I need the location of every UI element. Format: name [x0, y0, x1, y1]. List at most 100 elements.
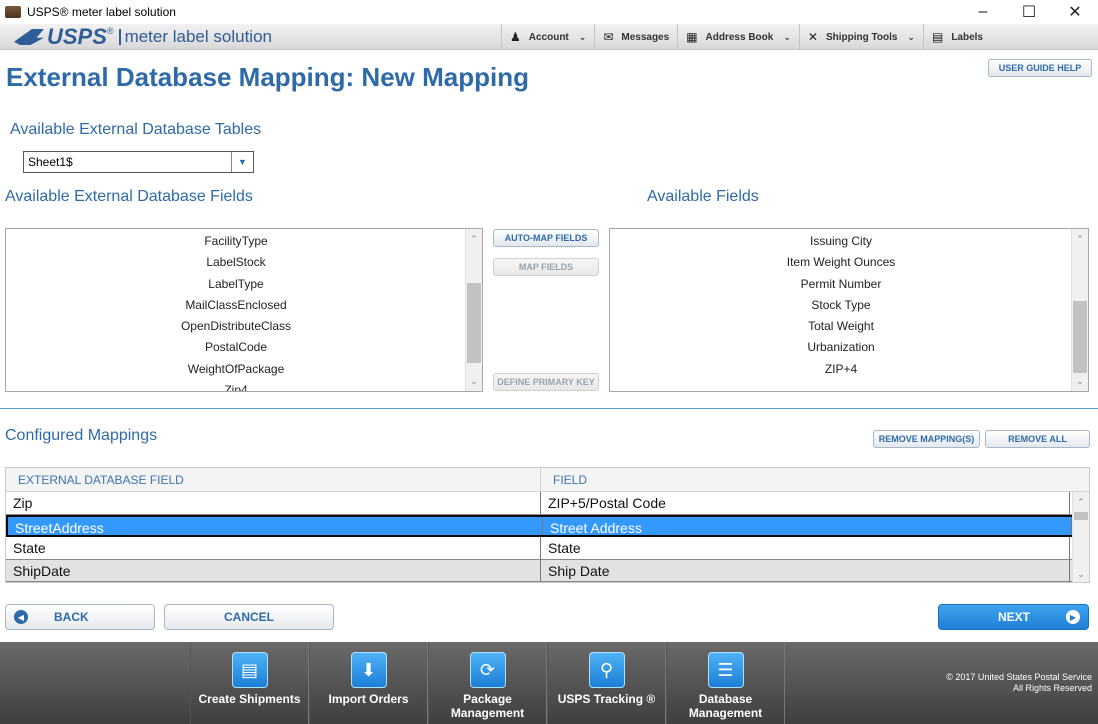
back-button-label: BACK: [54, 610, 89, 624]
scroll-thumb[interactable]: [1074, 512, 1088, 520]
table-select[interactable]: Sheet1$ ▼: [23, 151, 254, 173]
nav-address-book-label: Address Book: [705, 31, 774, 43]
mappings-scrollbar[interactable]: ⌃ ⌄: [1072, 492, 1089, 582]
usps-tracking-label: USPS Tracking ®: [557, 692, 656, 706]
nav-shipping-tools-label: Shipping Tools: [825, 31, 898, 43]
remove-all-button[interactable]: REMOVE ALL: [985, 430, 1090, 448]
table-cell: StreetAddress: [8, 516, 543, 536]
table-row[interactable]: ShipDate Ship Date: [6, 559, 1089, 582]
section-divider: [0, 408, 1098, 409]
list-item[interactable]: LabelStock: [6, 252, 466, 273]
tracking-search-icon: ⚲: [588, 652, 625, 688]
list-item[interactable]: Permit Number: [610, 274, 1072, 295]
define-primary-key-button[interactable]: DEFINE PRIMARY KEY: [493, 373, 599, 391]
copyright-line-1: © 2017 United States Postal Service: [946, 672, 1092, 682]
create-shipments-label: Create Shipments: [198, 692, 301, 706]
next-button[interactable]: NEXT ▶: [938, 604, 1089, 630]
nav-labels-label: Labels: [951, 31, 983, 43]
auto-map-fields-button[interactable]: AUTO-MAP FIELDS: [493, 229, 599, 247]
column-header-field[interactable]: FIELD: [541, 468, 599, 491]
usps-tracking-button[interactable]: ⚲ USPS Tracking ®: [547, 642, 666, 724]
external-fields-list[interactable]: FacilityType LabelStock LabelType MailCl…: [5, 228, 483, 392]
list-item[interactable]: FacilityType: [6, 231, 466, 252]
list-item[interactable]: Item Weight Ounces: [610, 252, 1072, 273]
list-item[interactable]: WeightOfPackage: [6, 359, 466, 380]
nav-shipping-tools[interactable]: ✕ Shipping Tools ⌄: [798, 24, 923, 50]
table-row-selected[interactable]: StreetAddress Street Address: [6, 514, 1089, 537]
chevron-down-icon: ⌄: [578, 31, 587, 42]
main-nav: ♟ Account ⌄ ✉ Messages ▦ Address Book ⌄ …: [501, 24, 991, 50]
envelope-icon: ✉: [603, 30, 614, 44]
configured-mappings-label: Configured Mappings: [5, 427, 158, 444]
import-orders-button[interactable]: ⬇ Import Orders: [309, 642, 428, 724]
database-icon: ☰: [707, 652, 744, 688]
list-item[interactable]: Urbanization: [610, 337, 1072, 358]
external-fields-scrollbar[interactable]: ⌃ ⌄: [465, 229, 482, 391]
nav-messages-label: Messages: [621, 31, 670, 43]
table-cell: Street Address: [543, 516, 1072, 536]
cancel-button[interactable]: CANCEL: [164, 604, 334, 630]
scroll-up-icon[interactable]: ⌃: [1072, 231, 1088, 247]
usps-logo: USPS ® meter label solution: [14, 24, 272, 49]
available-fields-label: Available Fields: [647, 188, 759, 205]
list-item[interactable]: Issuing City: [610, 231, 1072, 252]
scroll-down-icon[interactable]: ⌄: [1073, 566, 1089, 582]
user-guide-help-button[interactable]: USER GUIDE HELP: [988, 59, 1092, 77]
scroll-down-icon[interactable]: ⌄: [1072, 373, 1088, 389]
copyright-line-2: All Rights Reserved: [1012, 683, 1092, 693]
available-fields-list[interactable]: Issuing City Item Weight Ounces Permit N…: [609, 228, 1089, 392]
window-controls: – ☐ ✕: [960, 0, 1098, 24]
window-titlebar: USPS® meter label solution – ☐ ✕: [0, 0, 1098, 24]
back-button[interactable]: ◀ BACK: [5, 604, 155, 630]
chevron-right-icon: ▶: [1066, 610, 1080, 624]
list-item[interactable]: LabelType: [6, 274, 466, 295]
chevron-down-icon[interactable]: ▼: [231, 152, 253, 172]
maximize-button[interactable]: ☐: [1006, 0, 1052, 24]
download-icon: ⬇: [350, 652, 387, 688]
database-management-button[interactable]: ☰ Database Management: [666, 642, 785, 724]
page-title: External Database Mapping: New Mapping: [6, 62, 529, 92]
table-cell: Ship Date: [541, 559, 1070, 581]
remove-mappings-button[interactable]: REMOVE MAPPING(S): [873, 430, 980, 448]
close-button[interactable]: ✕: [1052, 0, 1098, 24]
list-item[interactable]: Stock Type: [610, 295, 1072, 316]
scroll-up-icon[interactable]: ⌃: [1073, 494, 1089, 510]
list-item[interactable]: ZIP+4: [610, 359, 1072, 380]
footer-bar: ▤ Create Shipments ⬇ Import Orders ⟳ Pac…: [0, 642, 1098, 724]
nav-messages[interactable]: ✉ Messages: [594, 24, 677, 50]
column-header-external-field[interactable]: EXTERNAL DATABASE FIELD: [6, 468, 541, 491]
scroll-down-icon[interactable]: ⌄: [466, 373, 482, 389]
create-shipments-button[interactable]: ▤ Create Shipments: [190, 642, 309, 724]
list-item[interactable]: Total Weight: [610, 316, 1072, 337]
table-row[interactable]: Zip ZIP+5/Postal Code: [6, 492, 1089, 515]
scroll-up-icon[interactable]: ⌃: [466, 231, 482, 247]
table-row[interactable]: State State: [6, 537, 1089, 560]
nav-address-book[interactable]: ▦ Address Book ⌄: [677, 24, 799, 50]
package-management-label: Package Management: [450, 692, 525, 720]
eagle-logo-icon: [14, 29, 44, 45]
nav-account-label: Account: [528, 31, 569, 43]
scroll-thumb[interactable]: [467, 283, 481, 363]
label-sheet-icon: ▤: [231, 652, 268, 688]
available-tables-label: Available External Database Tables: [10, 121, 262, 138]
table-cell: ShipDate: [6, 559, 541, 581]
minimize-button[interactable]: –: [960, 0, 1006, 24]
list-item[interactable]: OpenDistributeClass: [6, 316, 466, 337]
logo-brand: USPS: [47, 24, 107, 49]
list-item[interactable]: PostalCode: [6, 337, 466, 358]
scroll-thumb[interactable]: [1073, 301, 1087, 373]
nav-labels[interactable]: ▤ Labels: [922, 24, 991, 50]
next-button-label: NEXT: [997, 610, 1030, 624]
nav-account[interactable]: ♟ Account ⌄: [501, 24, 594, 50]
package-management-button[interactable]: ⟳ Package Management: [428, 642, 547, 724]
list-item[interactable]: Zip4: [6, 380, 466, 391]
table-cell: Zip: [6, 492, 541, 514]
table-cell: State: [541, 537, 1070, 559]
chevron-left-icon: ◀: [14, 610, 28, 624]
available-fields-scrollbar[interactable]: ⌃ ⌄: [1071, 229, 1088, 391]
top-navigation-bar: USPS ® meter label solution ♟ Account ⌄ …: [0, 24, 1098, 50]
list-item[interactable]: MailClassEnclosed: [6, 295, 466, 316]
tools-icon: ✕: [807, 30, 818, 44]
map-fields-button[interactable]: MAP FIELDS: [493, 258, 599, 276]
chevron-down-icon: ⌄: [783, 31, 791, 42]
